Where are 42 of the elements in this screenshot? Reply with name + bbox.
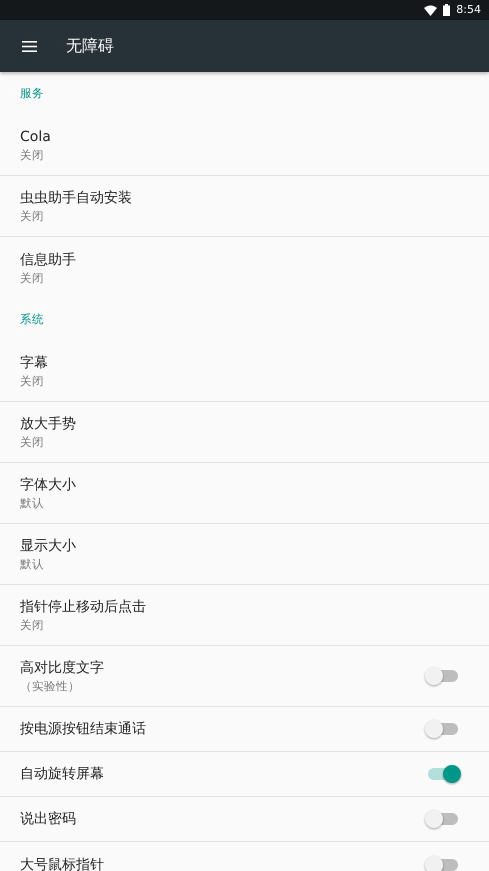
app-bar-title: 无障碍	[66, 35, 114, 57]
setting-title: 按电源按钮结束通话	[20, 720, 146, 739]
setting-title: 指针停止移动后点击	[20, 598, 146, 617]
setting-row[interactable]: Cola 关闭	[0, 115, 489, 176]
setting-title: 字体大小	[20, 476, 76, 495]
setting-row[interactable]: 按电源按钮结束通话	[0, 707, 489, 752]
setting-title: 字幕	[20, 354, 48, 373]
section-header: 服务	[20, 84, 44, 102]
setting-title: 虫虫助手自动安装	[20, 189, 132, 208]
setting-title: 显示大小	[20, 537, 76, 556]
setting-row[interactable]: 显示大小 默认	[0, 524, 489, 585]
setting-summary: 关闭	[20, 617, 45, 633]
setting-row[interactable]: 高对比度文字 （实验性）	[0, 646, 489, 707]
setting-row[interactable]: 大号鼠标指针	[0, 842, 489, 871]
setting-row[interactable]: 说出密码	[0, 797, 489, 842]
setting-row[interactable]: 虫虫助手自动安装 关闭	[0, 176, 489, 237]
setting-row[interactable]: 信息助手 关闭	[0, 237, 489, 298]
setting-title: 信息助手	[20, 250, 76, 270]
menu-icon[interactable]	[22, 40, 37, 52]
setting-title: 大号鼠标指针	[20, 856, 104, 871]
setting-title: Cola	[20, 128, 51, 147]
setting-row[interactable]: 字体大小 默认	[0, 463, 489, 524]
setting-title: 自动旋转屏幕	[20, 765, 104, 784]
section-header: 系统	[20, 310, 44, 328]
setting-summary: 关闭	[20, 270, 45, 286]
setting-summary: 关闭	[20, 147, 45, 163]
setting-summary: 关闭	[20, 373, 45, 389]
setting-title: 说出密码	[20, 810, 76, 829]
setting-summary: 默认	[20, 556, 45, 572]
setting-title: 高对比度文字	[20, 659, 104, 678]
status-time: 8:54	[456, 2, 481, 18]
wifi-icon	[424, 4, 438, 16]
setting-summary: 关闭	[20, 434, 45, 450]
battery-icon	[443, 4, 450, 16]
setting-title: 放大手势	[20, 415, 76, 434]
setting-summary: 默认	[20, 495, 45, 511]
setting-row[interactable]: 放大手势 关闭	[0, 402, 489, 463]
setting-summary: 关闭	[20, 208, 45, 224]
setting-row[interactable]: 字幕 关闭	[0, 341, 489, 402]
setting-row[interactable]: 指针停止移动后点击 关闭	[0, 585, 489, 646]
setting-summary: （实验性）	[20, 678, 81, 694]
setting-row[interactable]: 自动旋转屏幕	[0, 752, 489, 797]
